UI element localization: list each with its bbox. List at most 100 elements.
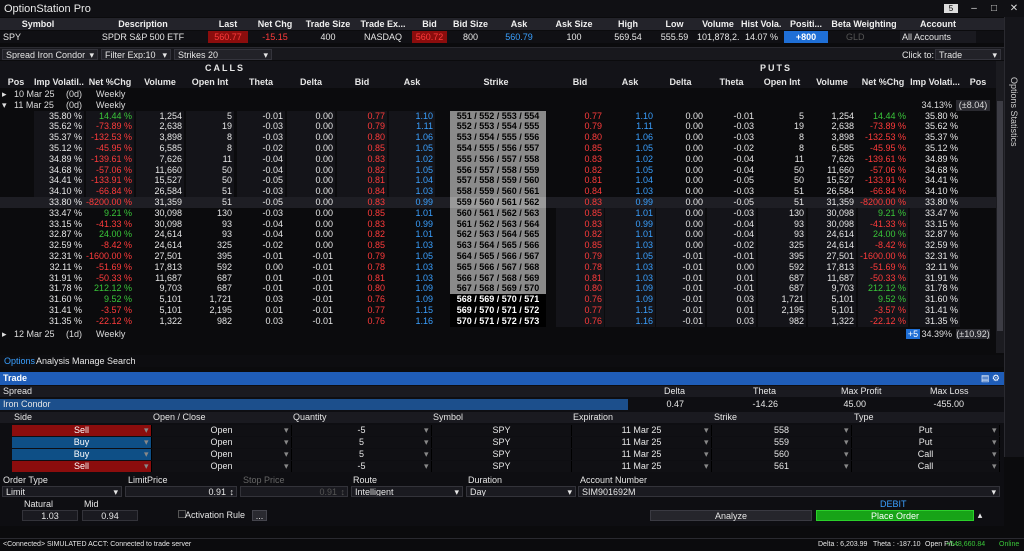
put-bid-cell[interactable]: 0.83	[556, 218, 604, 230]
chain-row[interactable]: 33.47 % 9.21 % 30,098 130 -0.03 0.00 0.85 1.01 5…	[0, 207, 996, 219]
chain-scrollbar[interactable]	[996, 61, 1004, 353]
put-bid-cell[interactable]: 0.81	[556, 272, 604, 284]
put-bid-cell[interactable]: 0.79	[556, 121, 604, 132]
put-ask-cell[interactable]: 1.02	[605, 154, 655, 165]
call-header-3[interactable]: Volume	[136, 76, 184, 88]
stepper-icon[interactable]: ↕	[341, 487, 346, 496]
strike-cell[interactable]: 570 / 571 / 572 / 573	[450, 315, 546, 327]
order-type-select[interactable]: Limit ▾	[2, 486, 122, 497]
call-ask-cell[interactable]: 1.11	[389, 121, 435, 133]
leg-exp-cell[interactable]: 11 Mar 25	[572, 437, 712, 448]
chain-row[interactable]: 34.89 % -139.61 % 7,626 11 -0.04 0.00 0.83 1.02…	[0, 153, 996, 165]
call-bid-cell[interactable]: 0.82	[337, 164, 387, 176]
call-ask-cell[interactable]: 1.03	[389, 273, 435, 284]
put-ask-cell[interactable]: 1.03	[605, 240, 655, 251]
leg-oc-cell[interactable]: Open	[152, 461, 292, 472]
strike-cell[interactable]: 558 / 559 / 560 / 561	[450, 186, 546, 197]
leg-qty-cell[interactable]: 5	[292, 449, 432, 460]
quote-col-hist-vol[interactable]: Hist Vola...	[741, 18, 782, 30]
leg-side-cell[interactable]: Buy	[12, 449, 152, 460]
put-ask-cell[interactable]: 1.09	[605, 294, 655, 305]
strike-cell[interactable]: 565 / 566 / 567 / 568	[450, 261, 546, 273]
call-bid-cell[interactable]: 0.82	[337, 229, 387, 240]
call-ask-cell[interactable]: 1.06	[389, 132, 435, 143]
panel-options-icon[interactable]: ▤ ⚙	[981, 372, 1000, 385]
call-header-4[interactable]: Open Int	[186, 76, 234, 88]
chain-row[interactable]: 35.62 % -73.89 % 2,638 19 -0.03 0.00 0.79 1.11 5…	[0, 121, 996, 133]
spread-selector[interactable]: Spread Iron Condor ▾	[2, 49, 98, 60]
chain-row[interactable]: 32.87 % 24.00 % 24,614 93 -0.04 0.00 0.82 1.01 5…	[0, 229, 996, 241]
trade-leg-row[interactable]: Buy ▾ Open ▾ 5 ▾ SPY 11 Mar 25 ▾ 560 ▾ Call ▾	[0, 449, 1004, 460]
quote-col-ask-size[interactable]: Ask Size	[546, 18, 602, 30]
call-ask-cell[interactable]: 1.03	[389, 262, 435, 273]
quote-col-account[interactable]: Account	[900, 18, 976, 30]
strike-cell[interactable]: 562 / 563 / 564 / 565	[450, 229, 546, 241]
chain-row[interactable]: 35.37 % -132.53 % 3,898 8 -0.03 0.00 0.80 1.06 5…	[0, 132, 996, 143]
call-bid-cell[interactable]: 0.77	[337, 110, 387, 122]
call-ask-cell[interactable]: 1.03	[389, 186, 435, 197]
put-bid-cell[interactable]: 0.76	[556, 315, 604, 327]
place-order-options-icon[interactable]: ▴	[976, 510, 984, 521]
call-ask-cell[interactable]: 1.10	[389, 110, 435, 122]
put-header-7[interactable]: Imp Volati...	[910, 76, 960, 88]
call-header-6[interactable]: Delta	[287, 76, 335, 88]
tab-manage[interactable]: Manage	[72, 356, 105, 366]
call-bid-cell[interactable]: 0.83	[337, 219, 387, 230]
leg-strike-cell[interactable]: 561	[712, 461, 852, 472]
leg-oc-cell[interactable]: Open	[152, 425, 292, 436]
put-bid-cell[interactable]: 0.76	[556, 294, 604, 305]
put-bid-cell[interactable]: 0.79	[556, 251, 604, 262]
leg-type-cell[interactable]: Put	[852, 437, 1000, 448]
leg-side-cell[interactable]: Buy	[12, 437, 152, 448]
expand-arrow-icon[interactable]: ▾	[2, 100, 12, 111]
click-to-selector[interactable]: Trade ▾	[935, 49, 1001, 60]
put-ask-cell[interactable]: 1.03	[605, 261, 655, 273]
call-header-8[interactable]: Ask	[389, 76, 435, 88]
leg-type-cell[interactable]: Call	[852, 461, 1000, 472]
call-header-1[interactable]: Imp Volatil...	[34, 76, 84, 88]
chain-row[interactable]: 34.10 % -66.84 % 26,584 51 -0.03 0.00 0.84 1.03…	[0, 186, 996, 197]
chain-row[interactable]: 31.78 % 212.12 % 9,703 687 -0.01 -0.01 0.80 1.0…	[0, 283, 996, 295]
spread-summary-value[interactable]: Iron Condor	[0, 399, 628, 410]
quote-col-last[interactable]: Last	[208, 18, 248, 30]
quote-col-net-chg[interactable]: Net Chg	[250, 18, 300, 30]
strike-cell[interactable]: 567 / 568 / 569 / 570	[450, 283, 546, 295]
call-ask-cell[interactable]: 1.01	[389, 208, 435, 219]
chain-row[interactable]: 34.41 % -133.91 % 15,527 50 -0.05 0.00 0.81 1.0…	[0, 175, 996, 187]
put-ask-cell[interactable]: 1.16	[605, 315, 655, 327]
call-ask-cell[interactable]: 1.02	[389, 153, 435, 165]
natural-value[interactable]: 1.03	[22, 510, 78, 521]
put-ask-cell[interactable]: 1.05	[605, 165, 655, 176]
tab-search[interactable]: Search	[107, 356, 136, 366]
chain-row[interactable]: 35.12 % -45.95 % 6,585 8 -0.02 0.00 0.85 1.05 55…	[0, 143, 996, 154]
quote-col-symbol[interactable]: Symbol	[0, 18, 76, 30]
strike-cell[interactable]: 561 / 562 / 563 / 564	[450, 218, 546, 230]
put-bid-cell[interactable]: 0.84	[556, 186, 604, 197]
put-bid-cell[interactable]: 0.82	[556, 229, 604, 241]
call-bid-cell[interactable]: 0.77	[337, 305, 387, 316]
close-icon[interactable]: ✕	[1004, 3, 1024, 14]
call-bid-cell[interactable]: 0.79	[337, 251, 387, 262]
quote-col-high[interactable]: High	[604, 18, 652, 30]
put-header-4[interactable]: Open Int	[758, 76, 806, 88]
quote-col-bid[interactable]: Bid	[412, 18, 447, 30]
leg-oc-cell[interactable]: Open	[152, 437, 292, 448]
strike-cell[interactable]: 563 / 564 / 565 / 566	[450, 240, 546, 251]
leg-qty-cell[interactable]: 5	[292, 437, 432, 448]
route-select[interactable]: Intelligent ▾	[351, 486, 463, 497]
minimize-icon[interactable]: –	[964, 3, 984, 14]
put-ask-cell[interactable]: 0.99	[605, 218, 655, 230]
strike-cell[interactable]: 559 / 560 / 561 / 562	[450, 197, 546, 208]
chain-row[interactable]: 32.11 % -51.69 % 17,813 592 0.00 -0.01 0.78 1.0…	[0, 261, 996, 273]
maximize-icon[interactable]: □	[984, 3, 1004, 14]
quote-col-trade-ex[interactable]: Trade Ex...	[356, 18, 410, 30]
quote-col-position[interactable]: Positi...	[784, 18, 828, 30]
leg-strike-cell[interactable]: 559	[712, 437, 852, 448]
put-ask-cell[interactable]: 1.03	[605, 272, 655, 284]
call-ask-cell[interactable]: 1.05	[389, 143, 435, 154]
leg-symbol-cell[interactable]: SPY	[432, 425, 572, 436]
options-statistics-tab[interactable]: Options Statistics	[1009, 77, 1019, 147]
stepper-icon[interactable]: ↕	[230, 487, 235, 496]
expiry-group-row[interactable]: ▸ 10 Mar 25 (0d) Weekly	[0, 89, 996, 100]
expiry-group-row[interactable]: ▸ 12 Mar 25 (1d) Weekly +5 34.39% (±10.92)	[0, 328, 996, 340]
